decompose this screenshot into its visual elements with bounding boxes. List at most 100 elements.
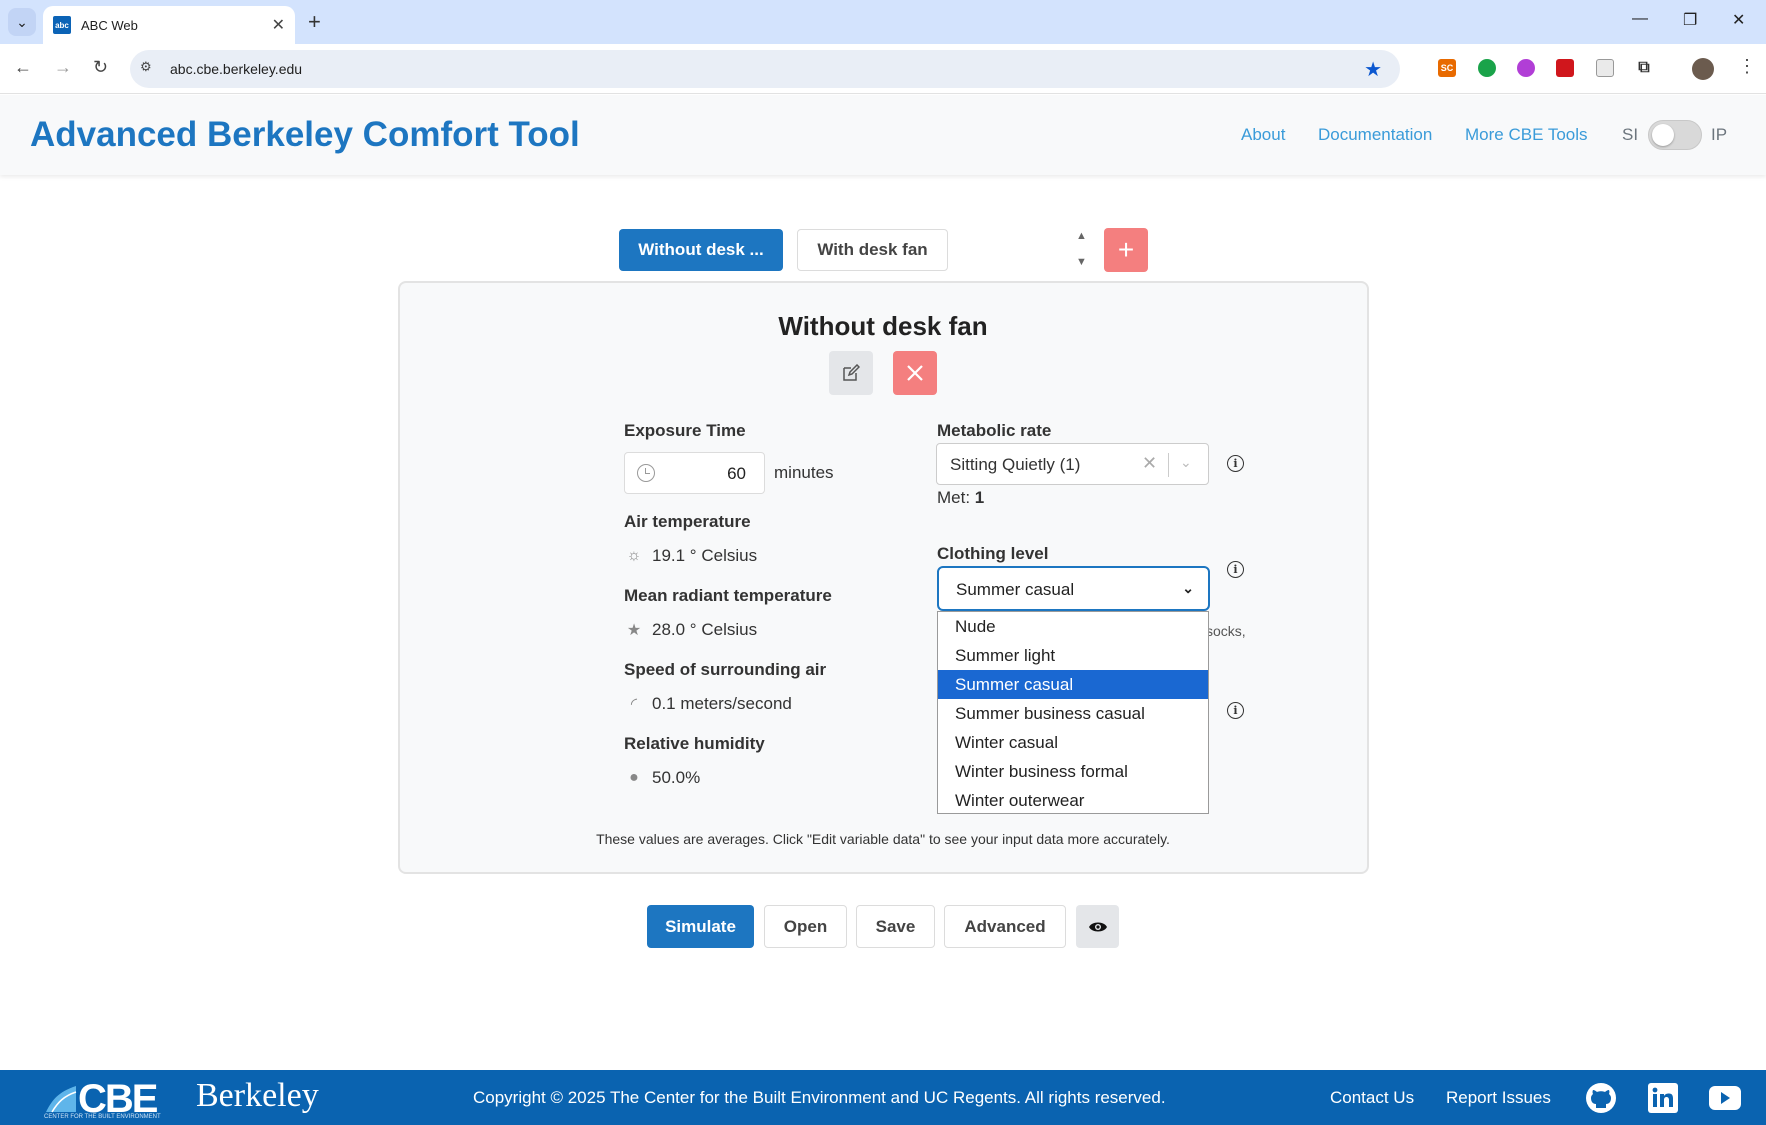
new-tab-icon[interactable]: + bbox=[308, 9, 321, 35]
chevron-down-icon[interactable]: ⌄ bbox=[1182, 580, 1194, 597]
met-value: 1 bbox=[974, 488, 985, 507]
close-icon bbox=[907, 365, 923, 381]
linkedin-icon-svg bbox=[1648, 1083, 1678, 1113]
cbe-logo-subtitle: CENTER FOR THE BUILT ENVIRONMENT bbox=[44, 1114, 161, 1120]
extension-purple-icon[interactable] bbox=[1517, 59, 1535, 77]
forward-icon[interactable]: → bbox=[54, 57, 72, 78]
move-down-icon[interactable]: ▼ bbox=[1076, 256, 1087, 268]
linkedin-icon[interactable] bbox=[1646, 1081, 1680, 1115]
mrt-value: 28.0 ° Celsius bbox=[652, 620, 758, 639]
extension-evernote-icon[interactable] bbox=[1478, 59, 1496, 77]
youtube-icon-svg bbox=[1709, 1086, 1741, 1110]
air-temperature-label: Air temperature bbox=[624, 512, 751, 531]
extension-sc-icon[interactable]: SC bbox=[1438, 59, 1456, 77]
unit-si-label: SI bbox=[1622, 125, 1639, 144]
tab-without-desk-fan[interactable]: Without desk ... bbox=[619, 229, 783, 271]
air-temperature-row: ☼ 19.1 ° Celsius bbox=[624, 546, 757, 566]
unit-toggle[interactable] bbox=[1648, 120, 1702, 150]
clothing-option-summer-casual[interactable]: Summer casual bbox=[938, 670, 1208, 699]
close-window-icon[interactable]: ✕ bbox=[1732, 10, 1745, 30]
humidity-value: 50.0% bbox=[652, 768, 701, 787]
bookmark-star-icon[interactable]: ★ bbox=[1364, 57, 1382, 82]
met-prefix: Met: bbox=[937, 488, 971, 507]
nav-more-cbe-tools[interactable]: More CBE Tools bbox=[1465, 125, 1588, 145]
close-tab-icon[interactable]: ✕ bbox=[272, 15, 285, 35]
air-speed-row: ◜ 0.1 meters/second bbox=[624, 694, 792, 714]
metabolic-rate-label: Metabolic rate bbox=[937, 421, 1052, 440]
wind-icon: ◜ bbox=[630, 696, 638, 713]
add-case-button[interactable]: + bbox=[1104, 228, 1148, 272]
open-button[interactable]: Open bbox=[764, 905, 847, 948]
nav-documentation[interactable]: Documentation bbox=[1318, 125, 1432, 145]
mrt-row: ★ 28.0 ° Celsius bbox=[624, 620, 757, 640]
info-icon[interactable]: i bbox=[1227, 702, 1244, 719]
profile-avatar[interactable] bbox=[1692, 58, 1714, 80]
browser-toolbar: ← → ↻ ⚙ abc.cbe.berkeley.edu ★ SC ⧉ ⋮ bbox=[0, 44, 1766, 94]
metabolic-rate-value: Sitting Quietly (1) bbox=[950, 455, 1081, 474]
berkeley-logo[interactable]: Berkeley bbox=[196, 1077, 319, 1115]
clothing-option-winter-casual[interactable]: Winter casual bbox=[938, 728, 1208, 757]
clothing-option-winter-outerwear[interactable]: Winter outerwear bbox=[938, 786, 1208, 815]
github-icon[interactable] bbox=[1584, 1081, 1618, 1115]
advanced-button[interactable]: Advanced bbox=[944, 905, 1066, 948]
unit-toggle-knob bbox=[1652, 124, 1674, 146]
address-bar[interactable]: ⚙ abc.cbe.berkeley.edu ★ bbox=[130, 50, 1400, 88]
sun-icon: ☼ bbox=[626, 547, 642, 564]
youtube-icon[interactable] bbox=[1708, 1081, 1742, 1115]
favicon-icon: abc bbox=[53, 16, 71, 34]
metabolic-rate-select[interactable]: Sitting Quietly (1) ✕ ⌄ bbox=[936, 443, 1209, 485]
clothing-option-winter-business-formal[interactable]: Winter business formal bbox=[938, 757, 1208, 786]
exposure-time-input[interactable]: 60 bbox=[624, 452, 765, 494]
nav-about[interactable]: About bbox=[1241, 125, 1285, 145]
report-issues-link[interactable]: Report Issues bbox=[1446, 1088, 1551, 1108]
air-speed-value: 0.1 meters/second bbox=[652, 694, 792, 713]
simulate-button[interactable]: Simulate bbox=[647, 905, 754, 948]
copyright-text: Copyright © 2025 The Center for the Buil… bbox=[473, 1088, 1166, 1107]
tab-with-desk-fan[interactable]: With desk fan bbox=[797, 229, 948, 271]
extension-doc-icon[interactable] bbox=[1596, 59, 1614, 77]
contact-us-link[interactable]: Contact Us bbox=[1330, 1088, 1414, 1108]
chevron-down-icon[interactable]: ⌄ bbox=[1180, 454, 1192, 471]
met-readout: Met: 1 bbox=[937, 488, 984, 508]
url-text[interactable]: abc.cbe.berkeley.edu bbox=[170, 61, 302, 77]
metabolic-info-icon[interactable]: i bbox=[1227, 455, 1244, 472]
clothing-info-icon[interactable]: i bbox=[1227, 561, 1244, 578]
tab-search-icon[interactable]: ⌄ bbox=[8, 8, 36, 36]
extension-red-icon[interactable] bbox=[1556, 59, 1574, 77]
humidity-label: Relative humidity bbox=[624, 734, 765, 753]
clear-icon[interactable]: ✕ bbox=[1142, 453, 1157, 474]
mrt-label: Mean radiant temperature bbox=[624, 586, 832, 605]
footer: CBE CENTER FOR THE BUILT ENVIRONMENT Ber… bbox=[0, 1070, 1766, 1125]
air-temperature-value: 19.1 ° Celsius bbox=[652, 546, 758, 565]
browser-tab[interactable]: abc ABC Web ✕ bbox=[43, 6, 295, 44]
visibility-button[interactable] bbox=[1076, 905, 1119, 948]
delete-case-button[interactable] bbox=[893, 351, 937, 395]
air-speed-label: Speed of surrounding air bbox=[624, 660, 827, 679]
clothing-level-label: Clothing level bbox=[937, 544, 1049, 563]
save-button[interactable]: Save bbox=[856, 905, 935, 948]
clothing-option-summer-light[interactable]: Summer light bbox=[938, 641, 1208, 670]
site-settings-icon[interactable]: ⚙ bbox=[140, 59, 160, 79]
browser-menu-icon[interactable]: ⋮ bbox=[1738, 56, 1756, 77]
exposure-time-label: Exposure Time bbox=[624, 421, 746, 440]
clothing-option-summer-business-casual[interactable]: Summer business casual bbox=[938, 699, 1208, 728]
eye-icon bbox=[1088, 922, 1107, 931]
app-header: Advanced Berkeley Comfort Tool About Doc… bbox=[0, 95, 1766, 175]
exposure-time-value[interactable]: 60 bbox=[727, 464, 746, 484]
star-icon: ★ bbox=[626, 622, 642, 639]
clothing-level-select[interactable]: Summer casual ⌄ bbox=[937, 566, 1210, 611]
reload-icon[interactable]: ↻ bbox=[93, 57, 108, 78]
droplet-icon: ● bbox=[629, 769, 639, 786]
restore-icon[interactable]: ❐ bbox=[1683, 10, 1697, 30]
clothing-option-nude[interactable]: Nude bbox=[938, 612, 1208, 641]
humidity-row: ● 50.0% bbox=[624, 768, 700, 788]
github-icon-svg bbox=[1586, 1083, 1616, 1113]
case-title: Without desk fan bbox=[778, 311, 988, 341]
tab-title: ABC Web bbox=[81, 17, 138, 33]
minimize-icon[interactable]: — bbox=[1632, 10, 1648, 28]
extensions-puzzle-icon[interactable]: ⧉ bbox=[1635, 59, 1653, 77]
back-icon[interactable]: ← bbox=[14, 57, 32, 78]
cbe-logo[interactable]: CBE CENTER FOR THE BUILT ENVIRONMENT bbox=[22, 1074, 161, 1121]
edit-case-button[interactable] bbox=[829, 351, 873, 395]
move-up-icon[interactable]: ▲ bbox=[1076, 230, 1087, 242]
